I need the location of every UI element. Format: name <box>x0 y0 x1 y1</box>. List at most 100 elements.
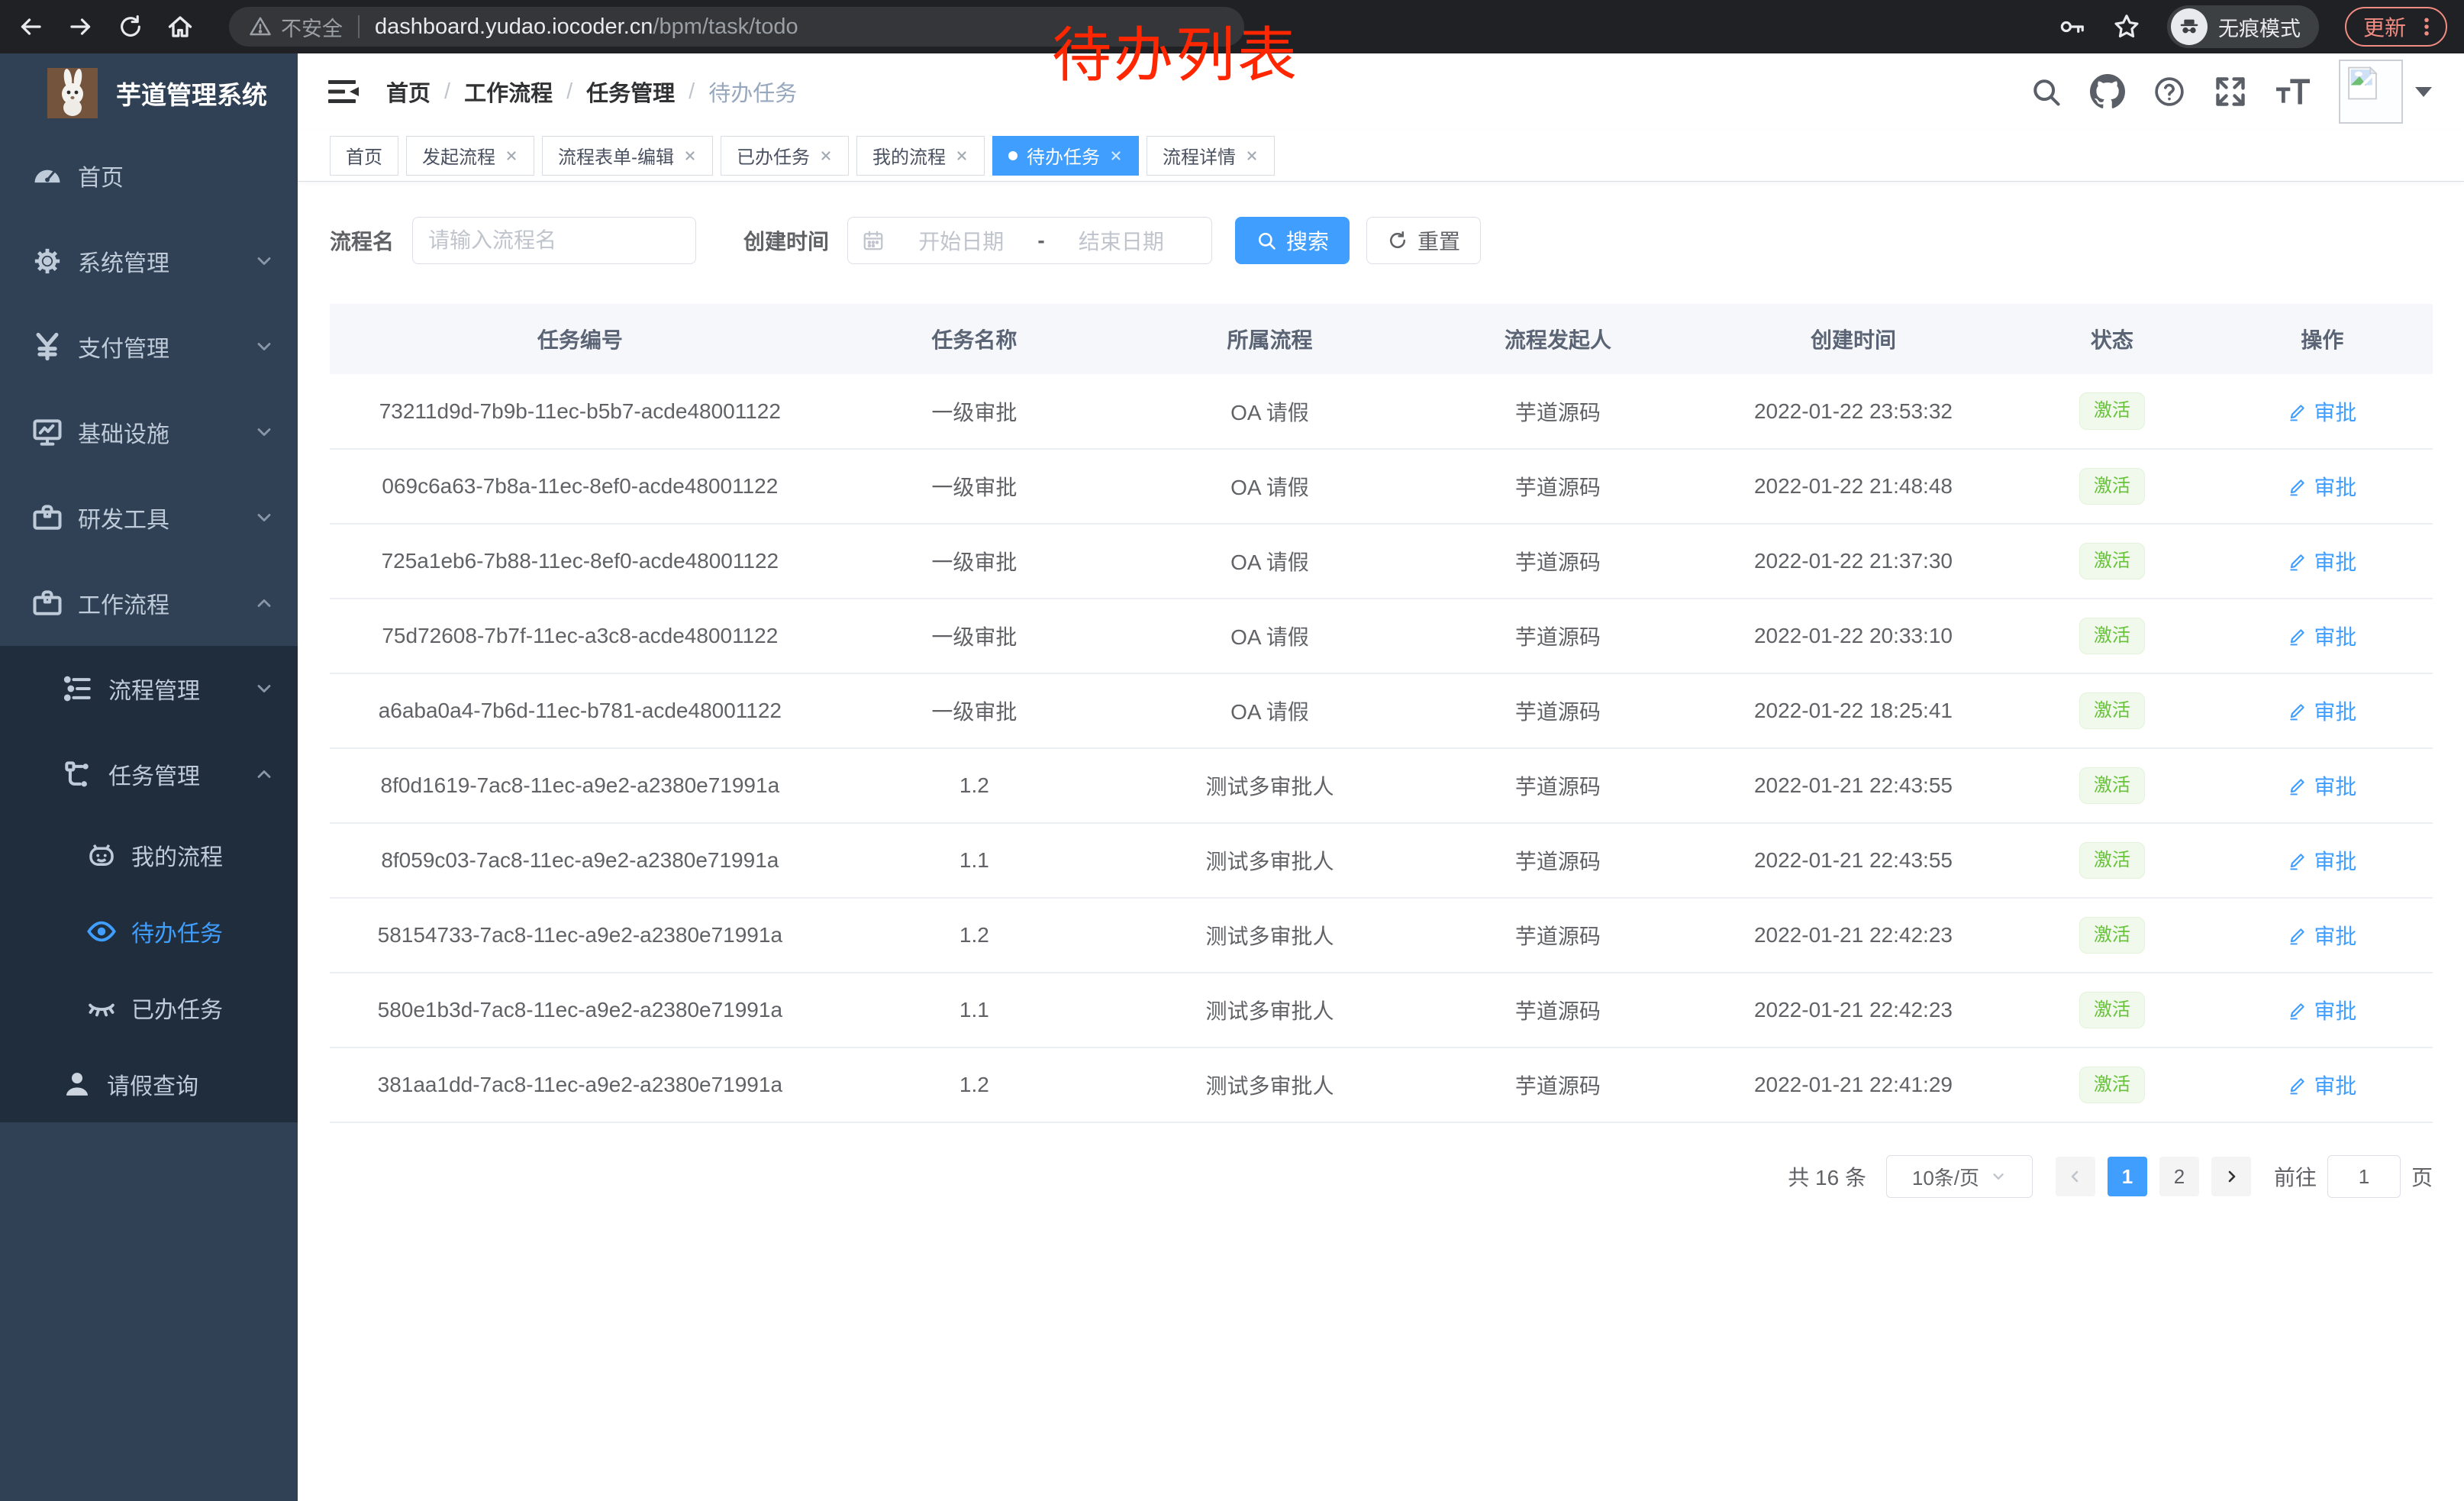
tab-close-icon[interactable] <box>819 149 833 163</box>
pagination-total: 共 16 条 <box>1788 1161 1866 1192</box>
sidebar-item-process-management[interactable]: 流程管理 <box>0 646 298 731</box>
approve-link[interactable]: 审批 <box>2288 845 2356 876</box>
process-name-label: 流程名 <box>330 225 394 256</box>
approve-link[interactable]: 审批 <box>2288 770 2356 801</box>
goto-page-input[interactable] <box>2327 1155 2401 1198</box>
reload-icon[interactable] <box>118 14 144 40</box>
sidebar-item-infrastructure[interactable]: 基础设施 <box>0 389 298 475</box>
back-icon[interactable] <box>17 13 44 40</box>
active-tab-dot-icon <box>1008 151 1018 160</box>
search-icon[interactable] <box>2029 75 2062 108</box>
approve-link[interactable]: 审批 <box>2288 621 2356 651</box>
prev-page-button[interactable] <box>2056 1157 2095 1196</box>
page-button-1[interactable]: 1 <box>2108 1157 2147 1196</box>
avatar[interactable] <box>2339 60 2403 124</box>
sidebar-item-home[interactable]: 首页 <box>0 133 298 218</box>
sidebar-item-payment[interactable]: 支付管理 <box>0 304 298 389</box>
approve-link[interactable]: 审批 <box>2288 696 2356 726</box>
cell-create-time: 2022-01-22 21:37:30 <box>1695 524 2012 599</box>
tab-5[interactable]: 待办任务 <box>992 136 1139 176</box>
edit-pencil-icon <box>2288 626 2308 646</box>
browser-menu-kebab-icon[interactable] <box>2415 15 2438 38</box>
breadcrumb-workflow[interactable]: 工作流程 <box>464 76 553 108</box>
bookmark-star-icon[interactable] <box>2112 12 2141 41</box>
cell-task-name: 一级审批 <box>830 374 1118 449</box>
sidebar-item-leave-query[interactable]: 请假查询 <box>0 1046 298 1122</box>
tab-close-icon[interactable] <box>1245 149 1259 163</box>
end-date-placeholder[interactable]: 结束日期 <box>1045 225 1198 256</box>
avatar-caret-icon[interactable] <box>2415 87 2432 97</box>
tab-1[interactable]: 发起流程 <box>406 136 534 176</box>
chevron-up-icon <box>253 592 275 614</box>
tab-close-icon[interactable] <box>1109 149 1123 163</box>
security-label[interactable]: 不安全 <box>281 12 343 42</box>
tab-label: 首页 <box>346 142 382 169</box>
sidebar-item-devtools[interactable]: 研发工具 <box>0 475 298 560</box>
cell-task-name: 一级审批 <box>830 449 1118 524</box>
cell-status: 激活 <box>2012 748 2212 823</box>
github-icon[interactable] <box>2090 74 2125 109</box>
toolbox-icon <box>31 501 64 534</box>
cell-task-id: 8f059c03-7ac8-11ec-a9e2-a2380e71991a <box>330 823 830 898</box>
page-button-2[interactable]: 2 <box>2159 1157 2199 1196</box>
tab-close-icon[interactable] <box>505 149 518 163</box>
home-icon[interactable] <box>166 13 194 40</box>
tags-bar: 首页发起流程流程表单-编辑已办任务我的流程待办任务流程详情 <box>298 130 2464 182</box>
dashboard-icon <box>31 159 64 192</box>
cell-create-time: 2022-01-22 20:33:10 <box>1695 599 2012 673</box>
tab-2[interactable]: 流程表单-编辑 <box>542 136 713 176</box>
sidebar-item-done-task[interactable]: 已办任务 <box>0 970 298 1046</box>
tab-close-icon[interactable] <box>955 149 969 163</box>
approve-link[interactable]: 审批 <box>2288 920 2356 951</box>
approve-link[interactable]: 审批 <box>2288 1070 2356 1100</box>
header-actions: 操作 <box>2212 304 2433 374</box>
tab-0[interactable]: 首页 <box>330 136 398 176</box>
tab-close-icon[interactable] <box>683 149 697 163</box>
sidebar-item-task-management[interactable]: 任务管理 <box>0 731 298 817</box>
task-table: 任务编号 任务名称 所属流程 流程发起人 创建时间 状态 操作 73211d9d… <box>330 304 2433 1123</box>
breadcrumb-task-management[interactable]: 任务管理 <box>586 76 675 108</box>
user-avatar-menu[interactable] <box>2339 60 2432 124</box>
sidebar-item-system[interactable]: 系统管理 <box>0 218 298 304</box>
table-row: 381aa1dd-7ac8-11ec-a9e2-a2380e71991a1.2测… <box>330 1047 2433 1122</box>
approve-link[interactable]: 审批 <box>2288 471 2356 502</box>
robot-face-icon <box>85 839 118 871</box>
fullscreen-icon[interactable] <box>2214 75 2247 108</box>
sidebar-item-todo-task[interactable]: 待办任务 <box>0 893 298 970</box>
sidebar-item-my-process[interactable]: 我的流程 <box>0 817 298 893</box>
tab-3[interactable]: 已办任务 <box>721 136 849 176</box>
approve-link[interactable]: 审批 <box>2288 995 2356 1025</box>
approve-link[interactable]: 审批 <box>2288 546 2356 576</box>
header-create-time: 创建时间 <box>1695 304 2012 374</box>
cell-task-id: 725a1eb6-7b88-11ec-8ef0-acde48001122 <box>330 524 830 599</box>
incognito-badge: 无痕模式 <box>2167 5 2319 48</box>
page-url[interactable]: dashboard.yudao.iocoder.cn/bpm/task/todo <box>375 15 798 40</box>
font-size-icon[interactable] <box>2275 75 2311 108</box>
page-size-select[interactable]: 10条/页 <box>1886 1155 2033 1198</box>
breadcrumb-home[interactable]: 首页 <box>386 76 431 108</box>
url-host: dashboard.yudao.iocoder.cn <box>375 15 653 39</box>
approve-link[interactable]: 审批 <box>2288 396 2356 427</box>
next-page-button[interactable] <box>2211 1157 2251 1196</box>
search-button[interactable]: 搜索 <box>1235 217 1350 264</box>
sidebar-item-workflow[interactable]: 工作流程 <box>0 560 298 646</box>
table-row: 73211d9d-7b9b-11ec-b5b7-acde48001122一级审批… <box>330 374 2433 449</box>
app-logo-row[interactable]: 芋道管理系统 <box>0 53 298 133</box>
password-key-icon[interactable] <box>2057 12 2086 41</box>
search-icon <box>1256 230 1277 251</box>
tab-4[interactable]: 我的流程 <box>856 136 985 176</box>
pagination: 共 16 条 10条/页 1 2 前往 页 <box>330 1155 2433 1198</box>
sidebar-collapse-icon[interactable] <box>328 79 359 105</box>
briefcase-icon <box>31 586 64 620</box>
help-icon[interactable] <box>2153 75 2186 108</box>
tab-6[interactable]: 流程详情 <box>1147 136 1275 176</box>
address-divider <box>358 15 360 38</box>
process-name-input[interactable] <box>412 217 696 264</box>
reset-button[interactable]: 重置 <box>1366 217 1481 264</box>
breadcrumb: 首页 / 工作流程 / 任务管理 / 待办任务 <box>386 76 797 108</box>
update-button[interactable]: 更新 <box>2345 7 2447 47</box>
date-range-picker[interactable]: 开始日期 - 结束日期 <box>847 217 1212 264</box>
start-date-placeholder[interactable]: 开始日期 <box>885 225 1037 256</box>
status-badge: 激活 <box>2079 468 2145 505</box>
forward-icon[interactable] <box>67 13 95 40</box>
